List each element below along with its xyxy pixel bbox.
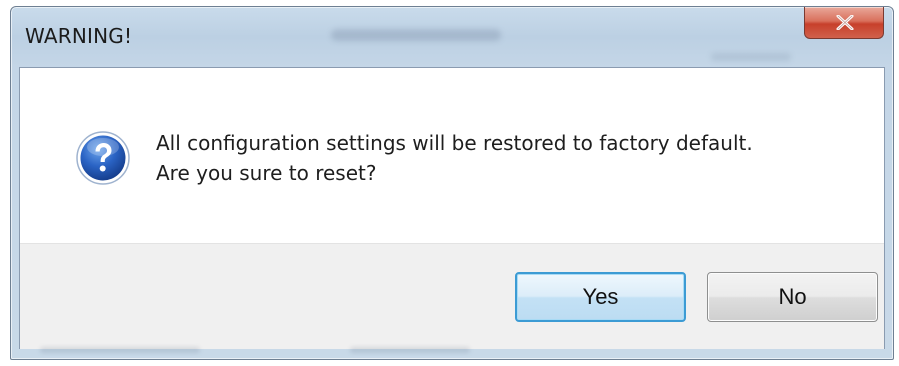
question-icon (76, 131, 130, 185)
close-icon (836, 15, 854, 30)
message-line-1: All configuration settings will be resto… (156, 131, 753, 155)
close-button[interactable] (804, 7, 884, 39)
blurred-background-text (40, 347, 200, 353)
dialog-content: All configuration settings will be resto… (19, 67, 885, 349)
dialog-message: All configuration settings will be resto… (156, 128, 753, 188)
message-line-2: Are you sure to reset? (156, 161, 377, 185)
yes-button[interactable]: Yes (515, 272, 686, 322)
button-area: Yes No (20, 243, 884, 349)
message-area: All configuration settings will be resto… (20, 68, 884, 243)
blurred-background-text (331, 29, 501, 41)
no-button[interactable]: No (707, 272, 878, 322)
blurred-background-text (350, 347, 470, 353)
window-title: WARNING! (25, 24, 133, 48)
warning-dialog: WARNING! All configuration settings will… (10, 6, 894, 360)
blurred-background-text (711, 53, 791, 61)
title-bar[interactable]: WARNING! (11, 7, 893, 67)
